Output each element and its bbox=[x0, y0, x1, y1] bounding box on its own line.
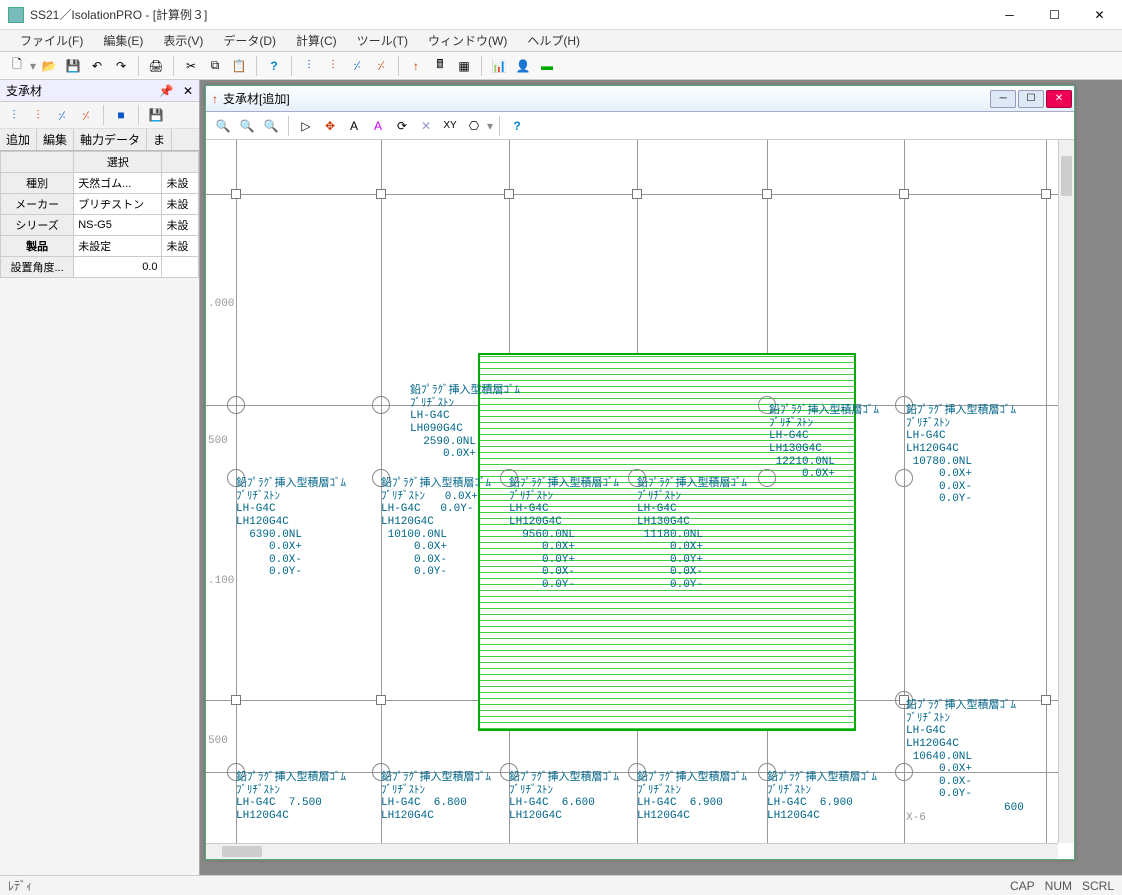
beam3-icon[interactable]: ⸓ bbox=[346, 55, 368, 77]
node-label: 鉛ﾌﾟﾗｸﾞ挿入型積層ｺﾞﾑﾌﾞﾘﾁﾞｽﾄﾝLH-G4CLH130G4C 111… bbox=[637, 478, 747, 592]
panel-tool-save[interactable]: 💾 bbox=[145, 105, 167, 125]
chart2-icon[interactable]: 👤 bbox=[512, 55, 534, 77]
beam2-icon[interactable]: ⫶ bbox=[322, 55, 344, 77]
undo-icon[interactable]: ↶ bbox=[86, 55, 108, 77]
beam1-icon[interactable]: ⫶ bbox=[298, 55, 320, 77]
child-close-button[interactable]: ✕ bbox=[1046, 90, 1072, 108]
node-label: 鉛ﾌﾟﾗｸﾞ挿入型積層ｺﾞﾑﾌﾞﾘﾁﾞｽﾄﾝLH-G4C 7.500LH120G… bbox=[236, 772, 346, 823]
main-toolbar: 🗋 ▾ 📂 💾 ↶ ↷ 🖨 ✂ ⧉ 📋 ? ⫶ ⫶ ⸓ ⸓ ↑ 🖩 ▦ 📊 👤 … bbox=[0, 52, 1122, 80]
prop-series[interactable]: NS-G5 bbox=[74, 215, 162, 236]
panel-close-icon[interactable]: ✕ bbox=[183, 84, 193, 98]
child-maximize-button[interactable]: ☐ bbox=[1018, 90, 1044, 108]
paste-icon[interactable]: 📋 bbox=[228, 55, 250, 77]
window-controls: ─ ☐ ✕ bbox=[987, 0, 1122, 29]
xy-icon[interactable]: XY bbox=[439, 115, 461, 137]
node-label: 鉛ﾌﾟﾗｸﾞ挿入型積層ｺﾞﾑﾌﾞﾘﾁﾞｽﾄﾝLH-G4C 6.800LH120G… bbox=[381, 772, 491, 823]
text-icon[interactable]: A bbox=[343, 115, 365, 137]
child-window-icon: ↑ bbox=[212, 92, 218, 106]
minimize-button[interactable]: ─ bbox=[987, 0, 1032, 29]
chart3-icon[interactable]: ▬ bbox=[536, 55, 558, 77]
h-scrollbar[interactable] bbox=[206, 843, 1058, 859]
cut-icon[interactable]: ✂ bbox=[180, 55, 202, 77]
menubar: ファイル(F) 編集(E) 表示(V) データ(D) 計算(C) ツール(T) … bbox=[0, 30, 1122, 52]
prop-angle[interactable]: 0.0 bbox=[74, 257, 162, 278]
prop-product[interactable]: 未設定 bbox=[74, 236, 162, 257]
help-icon[interactable]: ? bbox=[263, 55, 285, 77]
redo-icon[interactable]: ↷ bbox=[110, 55, 132, 77]
tab-axial[interactable]: 軸力データ bbox=[74, 129, 147, 150]
prop-type[interactable]: 天然ゴム... bbox=[74, 173, 162, 194]
menu-view[interactable]: 表示(V) bbox=[153, 29, 213, 52]
node-label: 鉛ﾌﾟﾗｸﾞ挿入型積層ｺﾞﾑﾌﾞﾘﾁﾞｽﾄﾝLH-G4CLH090G4C 259… bbox=[410, 385, 520, 461]
arrow-up-icon[interactable]: ↑ bbox=[405, 55, 427, 77]
close-button[interactable]: ✕ bbox=[1077, 0, 1122, 29]
app-icon bbox=[8, 7, 24, 23]
copy-icon[interactable]: ⧉ bbox=[204, 55, 226, 77]
child-help-icon[interactable]: ? bbox=[506, 115, 528, 137]
tab-more[interactable]: ま bbox=[147, 129, 172, 150]
zoom-fit-icon[interactable]: 🔍 bbox=[260, 115, 282, 137]
lasso-icon[interactable]: ⎔ bbox=[463, 115, 485, 137]
status-text: ﾚﾃﾞｨ bbox=[8, 877, 32, 894]
sheet-icon[interactable]: ▦ bbox=[453, 55, 475, 77]
delete-icon[interactable]: ✕ bbox=[415, 115, 437, 137]
beam4-icon[interactable]: ⸓ bbox=[370, 55, 392, 77]
prop-maker[interactable]: ブリヂストン bbox=[74, 194, 162, 215]
menu-window[interactable]: ウィンドウ(W) bbox=[418, 29, 517, 52]
menu-data[interactable]: データ(D) bbox=[213, 29, 286, 52]
tab-edit[interactable]: 編集 bbox=[37, 129, 74, 150]
chart1-icon[interactable]: 📊 bbox=[488, 55, 510, 77]
status-scrl: SCRL bbox=[1082, 879, 1114, 893]
move-icon[interactable]: ✥ bbox=[319, 115, 341, 137]
main-titlebar: SS21／IsolationPRO - [計算例３] ─ ☐ ✕ bbox=[0, 0, 1122, 30]
menu-tool[interactable]: ツール(T) bbox=[347, 29, 418, 52]
node-label: 鉛ﾌﾟﾗｸﾞ挿入型積層ｺﾞﾑﾌﾞﾘﾁﾞｽﾄﾝLH-G4CLH120G4C 956… bbox=[509, 478, 619, 592]
panel-title: 支承材 bbox=[6, 82, 42, 99]
calc-icon[interactable]: 🖩 bbox=[429, 55, 451, 77]
child-minimize-button[interactable]: ─ bbox=[990, 90, 1016, 108]
v-scrollbar[interactable] bbox=[1058, 140, 1074, 843]
tab-add[interactable]: 追加 bbox=[0, 129, 37, 150]
maximize-button[interactable]: ☐ bbox=[1032, 0, 1077, 29]
menu-edit[interactable]: 編集(E) bbox=[93, 29, 153, 52]
node-label: 鉛ﾌﾟﾗｸﾞ挿入型積層ｺﾞﾑﾌﾞﾘﾁﾞｽﾄﾝLH-G4C 6.900LH120G… bbox=[767, 772, 877, 823]
app-title: SS21／IsolationPRO - [計算例３] bbox=[30, 6, 207, 23]
color-a-icon[interactable]: A bbox=[367, 115, 389, 137]
node-label: 鉛ﾌﾟﾗｸﾞ挿入型積層ｺﾞﾑﾌﾞﾘﾁﾞｽﾄﾝLH-G4CLH130G4C 122… bbox=[769, 405, 879, 481]
property-table: 選択 種別天然ゴム...未設 メーカーブリヂストン未設 シリーズNS-G5未設 … bbox=[0, 151, 199, 278]
refresh-icon[interactable]: ⟳ bbox=[391, 115, 413, 137]
save-icon[interactable]: 💾 bbox=[62, 55, 84, 77]
prop-header: 選択 bbox=[74, 152, 162, 173]
menu-calc[interactable]: 計算(C) bbox=[286, 29, 347, 52]
panel-tool-2[interactable]: ⫶ bbox=[27, 105, 49, 125]
node-label: 600 bbox=[1004, 802, 1024, 815]
status-cap: CAP bbox=[1010, 879, 1035, 893]
node-label: 鉛ﾌﾟﾗｸﾞ挿入型積層ｺﾞﾑﾌﾞﾘﾁﾞｽﾄﾝLH-G4C 6.900LH120G… bbox=[637, 772, 747, 823]
panel-tool-5[interactable]: ■ bbox=[110, 105, 132, 125]
child-toolbar: 🔍 🔍 🔍 ▷ ✥ A A ⟳ ✕ XY ⎔ ▾ ? bbox=[206, 112, 1074, 140]
child-window-title: 支承材[追加] bbox=[223, 90, 290, 107]
panel-pin-icon[interactable]: 📌 bbox=[159, 84, 174, 98]
menu-help[interactable]: ヘルプ(H) bbox=[517, 29, 590, 52]
node-label: 鉛ﾌﾟﾗｸﾞ挿入型積層ｺﾞﾑﾌﾞﾘﾁﾞｽﾄﾝ 0.0X+LH-G4C 0.0Y-… bbox=[381, 478, 491, 579]
zoom-out-icon[interactable]: 🔍 bbox=[236, 115, 258, 137]
status-num: NUM bbox=[1045, 879, 1072, 893]
canvas[interactable]: .000500.100500X-6鉛ﾌﾟﾗｸﾞ挿入型積層ｺﾞﾑﾌﾞﾘﾁﾞｽﾄﾝL… bbox=[206, 140, 1074, 859]
panel-tool-4[interactable]: ⸓ bbox=[75, 105, 97, 125]
node-label: 鉛ﾌﾟﾗｸﾞ挿入型積層ｺﾞﾑﾌﾞﾘﾁﾞｽﾄﾝLH-G4CLH120G4C 106… bbox=[906, 700, 1016, 801]
side-panel: 支承材 📌 ✕ ⫶ ⫶ ⸓ ⸓ ■ 💾 追加 編集 軸力データ ま 選択 種別天… bbox=[0, 80, 200, 875]
panel-tool-3[interactable]: ⸓ bbox=[51, 105, 73, 125]
statusbar: ﾚﾃﾞｨ CAP NUM SCRL bbox=[0, 875, 1122, 895]
node-label: 鉛ﾌﾟﾗｸﾞ挿入型積層ｺﾞﾑﾌﾞﾘﾁﾞｽﾄﾝLH-G4CLH120G4C 639… bbox=[236, 478, 346, 579]
node-label: 鉛ﾌﾟﾗｸﾞ挿入型積層ｺﾞﾑﾌﾞﾘﾁﾞｽﾄﾝLH-G4CLH120G4C 107… bbox=[906, 405, 1016, 506]
pointer-icon[interactable]: ▷ bbox=[295, 115, 317, 137]
new-icon[interactable]: 🗋 bbox=[6, 55, 28, 77]
menu-file[interactable]: ファイル(F) bbox=[10, 29, 93, 52]
node-label: 鉛ﾌﾟﾗｸﾞ挿入型積層ｺﾞﾑﾌﾞﾘﾁﾞｽﾄﾝLH-G4C 6.600LH120G… bbox=[509, 772, 619, 823]
panel-tool-1[interactable]: ⫶ bbox=[3, 105, 25, 125]
open-icon[interactable]: 📂 bbox=[38, 55, 60, 77]
zoom-in-icon[interactable]: 🔍 bbox=[212, 115, 234, 137]
child-window: ↑ 支承材[追加] ─ ☐ ✕ 🔍 🔍 🔍 ▷ ✥ A A ⟳ ✕ XY ⎔ ▾… bbox=[205, 85, 1075, 860]
print-icon[interactable]: 🖨 bbox=[145, 55, 167, 77]
